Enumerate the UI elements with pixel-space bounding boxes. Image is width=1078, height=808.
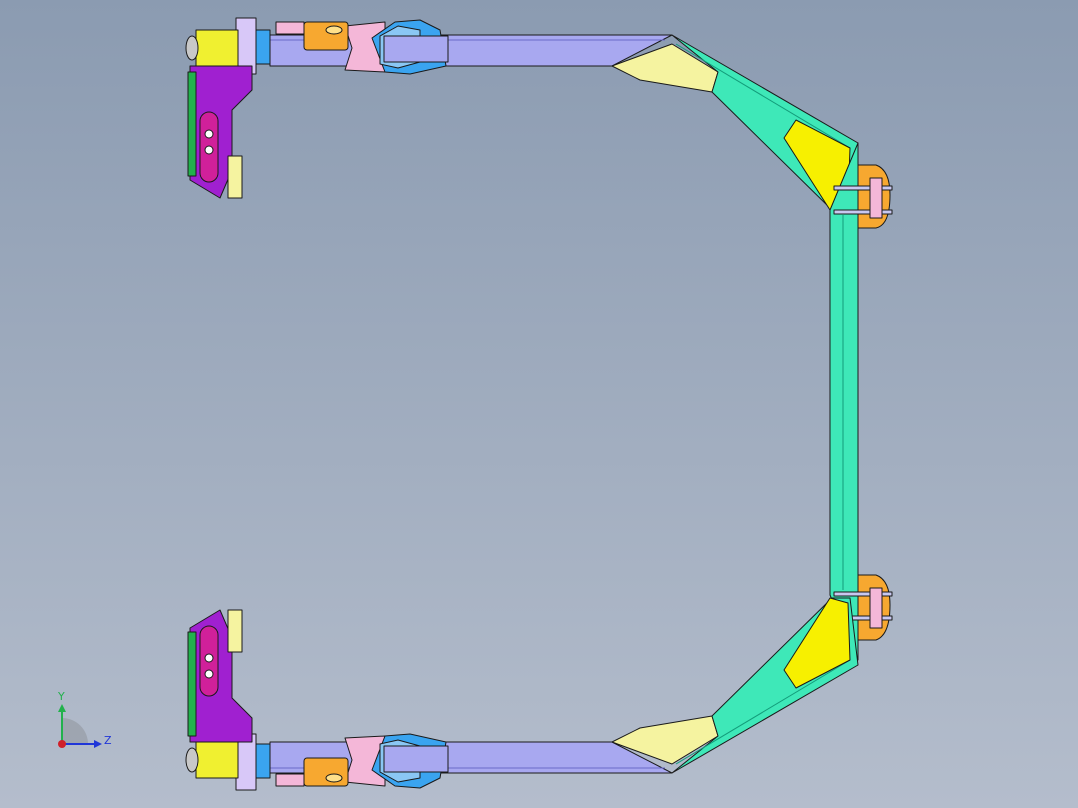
bottom-motor (195, 741, 239, 779)
x-axis-dot (58, 740, 66, 748)
y-axis-label: Y (57, 690, 65, 703)
bottom-arm (185, 597, 859, 791)
triad-arc (62, 718, 88, 744)
top-spring (275, 21, 305, 35)
bottom-mount-purple (189, 609, 253, 743)
bottom-hinge-pin (869, 587, 883, 629)
top-motor (195, 29, 239, 67)
top-mount-purple (189, 65, 253, 199)
cad-graphics-area[interactable]: Y Z (0, 0, 1078, 808)
right-frame (829, 142, 893, 661)
bottom-spring (275, 773, 305, 787)
top-arm (185, 17, 859, 211)
top-hinge-pin (869, 177, 883, 219)
z-axis-label: Z (104, 734, 112, 747)
bottom-orange-block (303, 757, 349, 787)
right-vertical-tube (829, 142, 859, 661)
top-orange-block (303, 21, 349, 51)
orientation-triad: Y Z (57, 690, 112, 748)
assembly-drawing: Y Z (57, 17, 893, 791)
